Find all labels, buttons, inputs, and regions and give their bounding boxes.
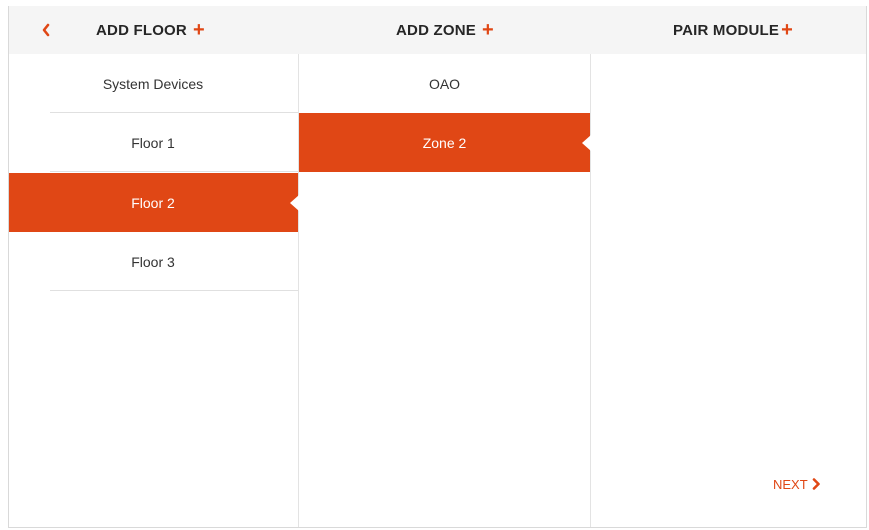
- add-floor-label: ADD FLOOR: [96, 21, 187, 39]
- floor-item-floor-1[interactable]: Floor 1: [8, 113, 298, 172]
- selection-pointer: [290, 194, 299, 211]
- selection-pointer: [582, 134, 591, 151]
- pair-module-button[interactable]: PAIR MODULE +: [673, 6, 793, 54]
- floor-item-label: Floor 2: [131, 194, 175, 211]
- zone-item-oao[interactable]: OAO: [299, 54, 590, 113]
- zone-item-zone-2[interactable]: Zone 2: [299, 113, 591, 172]
- app-window: ADD FLOOR + ADD ZONE + PAIR MODULE + Sys…: [0, 0, 869, 530]
- plus-icon: +: [781, 19, 793, 41]
- next-button[interactable]: NEXT: [773, 472, 821, 496]
- floor-item-label: System Devices: [102, 75, 204, 92]
- floor-item-floor-2[interactable]: Floor 2: [8, 173, 299, 232]
- zone-item-label: OAO: [428, 75, 461, 92]
- floor-item-label: Floor 1: [131, 134, 175, 151]
- chevron-right-icon: [812, 478, 820, 490]
- add-floor-button[interactable]: ADD FLOOR +: [96, 6, 205, 54]
- floor-list: System Devices Floor 1 Floor 2 Floor 3: [8, 54, 299, 528]
- floor-item-system-devices[interactable]: System Devices: [8, 54, 298, 113]
- chevron-left-icon: [42, 23, 50, 37]
- top-toolbar: ADD FLOOR + ADD ZONE + PAIR MODULE +: [8, 6, 867, 54]
- floor-item-floor-3[interactable]: Floor 3: [8, 232, 298, 291]
- add-zone-button[interactable]: ADD ZONE +: [396, 6, 494, 54]
- floor-item-label: Floor 3: [131, 253, 175, 270]
- pair-module-label: PAIR MODULE: [673, 21, 780, 39]
- plus-icon: +: [192, 19, 205, 41]
- zone-item-label: Zone 2: [422, 134, 467, 151]
- plus-icon: +: [481, 19, 494, 41]
- zone-list: OAO Zone 2: [299, 54, 591, 528]
- back-button[interactable]: [34, 16, 58, 44]
- next-label: NEXT: [773, 476, 808, 492]
- add-zone-label: ADD ZONE: [396, 21, 476, 39]
